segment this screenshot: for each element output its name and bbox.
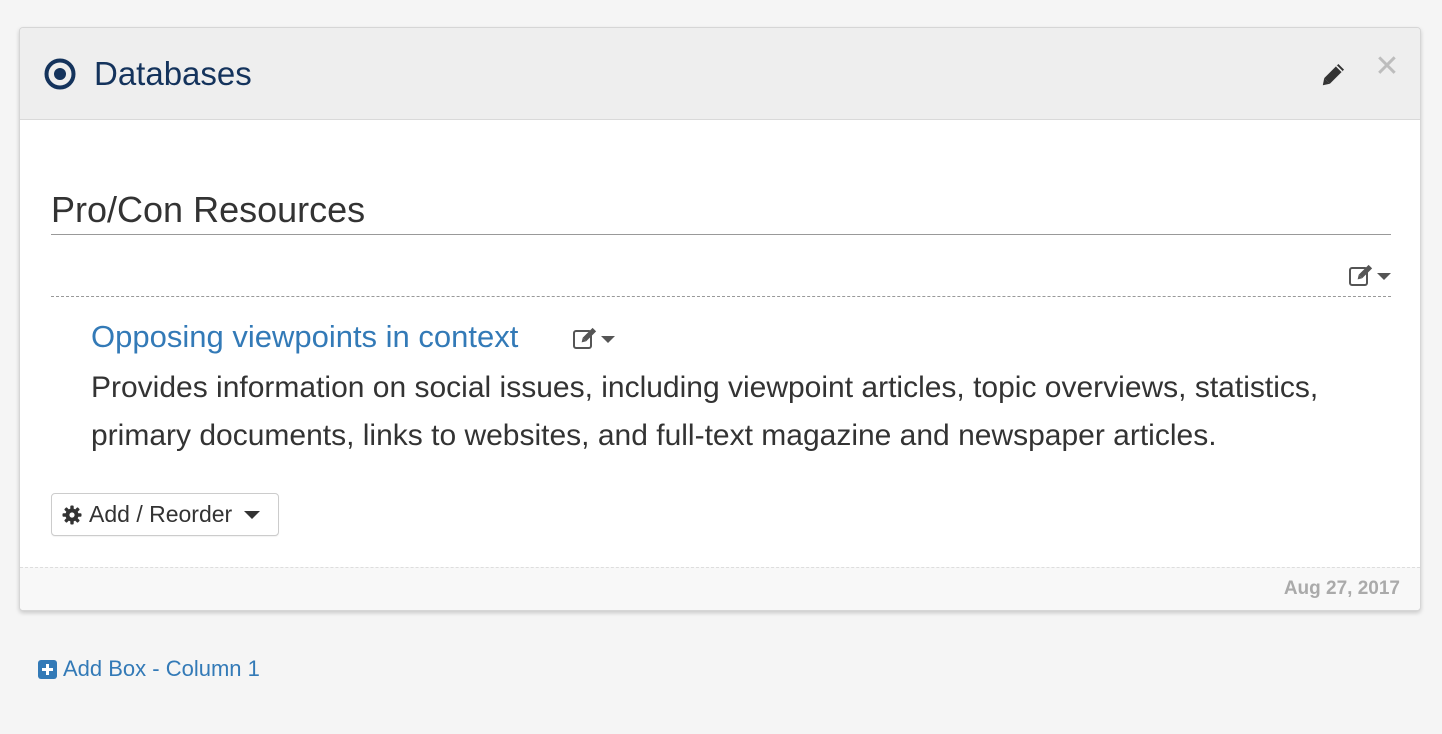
edit-square-icon [1349,264,1373,286]
box-header: Databases ✕ [20,28,1420,120]
asset-link[interactable]: Opposing viewpoints in context [91,318,518,356]
box-footer: Aug 27, 2017 [20,567,1420,610]
target-icon [44,58,76,90]
content-box: Databases ✕ Pro/Con Resources Opposing v… [19,27,1421,611]
pencil-icon[interactable] [1318,62,1346,90]
plus-square-icon [38,659,57,679]
asset-edit-dropdown[interactable] [572,327,615,351]
close-icon[interactable]: ✕ [1372,50,1402,84]
edit-square-icon [573,327,597,349]
add-reorder-button[interactable]: Add / Reorder [51,493,279,536]
caret-down-icon [601,335,615,343]
box-title: Databases [94,55,252,92]
add-box-link[interactable]: Add Box - Column 1 [38,656,260,682]
caret-down-icon [1377,272,1391,280]
add-reorder-label: Add / Reorder [89,501,233,527]
section-edit-dropdown[interactable] [1348,264,1391,288]
add-box-label: Add Box - Column 1 [63,656,260,681]
gear-icon [62,505,82,524]
caret-down-icon [244,510,261,519]
divider [51,296,1391,297]
last-updated-date: Aug 27, 2017 [1283,578,1400,599]
section-heading: Pro/Con Resources [51,190,1391,235]
asset-description: Provides information on social issues, i… [91,371,1319,452]
